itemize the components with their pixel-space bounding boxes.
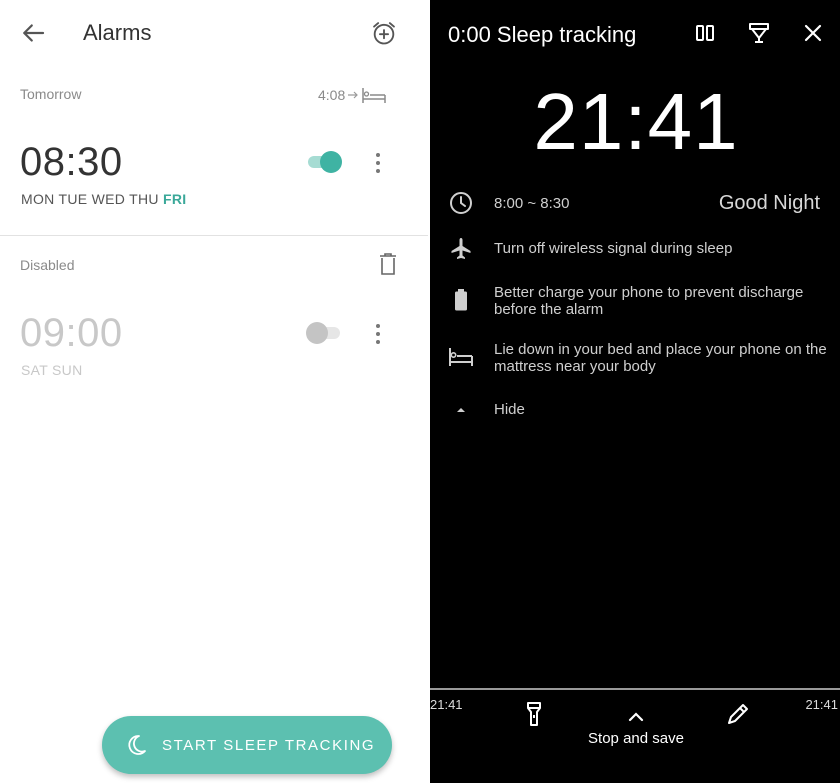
add-alarm-icon[interactable] bbox=[370, 19, 398, 47]
sleep-tracking-title: 0:00 Sleep tracking bbox=[448, 22, 637, 47]
flashlight-icon[interactable] bbox=[520, 700, 548, 728]
alarms-screen: Alarms Tomorrow 4:08 08:30 MON TUE WED T… bbox=[0, 0, 428, 783]
alarm-days-regular: SAT SUN bbox=[21, 362, 83, 378]
time-left-label: 21:41 bbox=[430, 697, 463, 712]
clock-icon bbox=[450, 192, 472, 214]
tip-charge: Better charge your phone to prevent disc… bbox=[494, 284, 804, 318]
hide-tips-button[interactable]: Hide bbox=[494, 401, 834, 418]
bed-icon bbox=[449, 348, 473, 366]
current-time-clock: 21:41 bbox=[533, 77, 739, 166]
close-icon[interactable] bbox=[800, 20, 826, 46]
time-right-label: 21:41 bbox=[805, 697, 838, 712]
alarm-toggle-0830[interactable] bbox=[306, 151, 344, 173]
arrow-right-icon bbox=[348, 91, 359, 99]
alarm-time-0900[interactable]: 09:00 bbox=[20, 311, 123, 356]
tip-wireless: Turn off wireless signal during sleep bbox=[494, 240, 733, 257]
bed-icon bbox=[362, 88, 386, 103]
alarm-days-0830: MON TUE WED THU FRI bbox=[21, 191, 186, 207]
sleep-tracking-screen: 0:00 Sleep tracking 21:41 8:00 ~ 8:30 Go… bbox=[428, 0, 840, 783]
airplane-icon bbox=[451, 238, 471, 259]
start-sleep-tracking-label: START SLEEP TRACKING bbox=[162, 737, 376, 754]
alarm-days-regular: MON TUE WED THU bbox=[21, 191, 159, 207]
section-label-disabled: Disabled bbox=[20, 257, 75, 273]
back-arrow-icon[interactable] bbox=[18, 18, 48, 48]
page-title: Alarms bbox=[83, 20, 152, 45]
tip-bed: Lie down in your bed and place your phon… bbox=[494, 341, 827, 375]
chevron-up-icon[interactable] bbox=[622, 704, 650, 732]
alarm-time-0830[interactable]: 08:30 bbox=[20, 140, 123, 185]
start-sleep-tracking-button[interactable]: START SLEEP TRACKING bbox=[102, 716, 392, 774]
section-label-tomorrow: Tomorrow bbox=[20, 86, 82, 102]
moon-icon bbox=[128, 735, 146, 755]
more-options-icon[interactable] bbox=[370, 150, 386, 176]
battery-icon bbox=[455, 289, 467, 311]
alarm-toggle-0900[interactable] bbox=[306, 322, 344, 344]
pause-icon[interactable] bbox=[692, 20, 718, 46]
trash-icon[interactable] bbox=[378, 252, 398, 276]
app-bar: Alarms bbox=[0, 0, 428, 68]
snore-icon[interactable] bbox=[746, 20, 772, 46]
greeting-text: Good Night bbox=[718, 192, 820, 214]
section-divider bbox=[0, 235, 428, 236]
sleep-duration-text: 4:08 bbox=[318, 87, 346, 103]
sleep-progress-line bbox=[430, 688, 840, 690]
alarm-days-0900: SAT SUN bbox=[21, 362, 82, 378]
chevron-up-icon[interactable] bbox=[448, 397, 474, 423]
stop-and-save-button[interactable]: Stop and save bbox=[430, 730, 840, 747]
pencil-icon[interactable] bbox=[724, 700, 752, 728]
more-options-icon[interactable] bbox=[370, 321, 386, 347]
alarm-day-highlight: FRI bbox=[162, 191, 187, 207]
sleep-duration-indicator: 4:08 bbox=[318, 86, 387, 104]
